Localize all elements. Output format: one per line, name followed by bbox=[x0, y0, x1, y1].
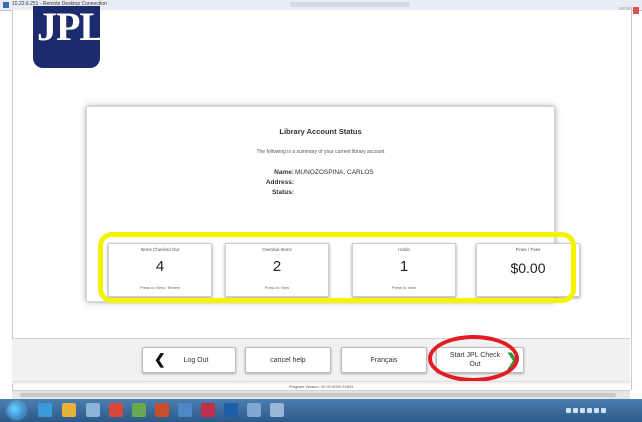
logo-text: JPL bbox=[37, 4, 106, 49]
ie-icon[interactable] bbox=[38, 403, 52, 417]
chrome-icon[interactable] bbox=[109, 403, 123, 417]
yellow-highlight-annotation bbox=[98, 232, 576, 303]
logout-label: Log Out bbox=[183, 357, 209, 364]
system-tray bbox=[566, 402, 638, 419]
volume-icon[interactable] bbox=[601, 408, 606, 414]
panel-title: Library Account Status bbox=[279, 127, 362, 136]
tray-icon[interactable] bbox=[573, 408, 578, 414]
cancel-help-label: cancel help bbox=[270, 357, 306, 364]
app-icon[interactable] bbox=[132, 403, 146, 417]
windows-taskbar bbox=[0, 399, 642, 422]
windows-start-icon[interactable] bbox=[8, 402, 25, 419]
cancel-help-button[interactable]: cancel help bbox=[245, 347, 331, 373]
close-icon[interactable] bbox=[633, 7, 639, 14]
app-icon[interactable] bbox=[247, 403, 261, 417]
panel-subtitle: The following is a summary of your curre… bbox=[256, 149, 385, 155]
connection-bar bbox=[290, 2, 410, 7]
remote-desktop-icon bbox=[3, 2, 9, 8]
language-button[interactable]: Français bbox=[341, 347, 427, 373]
app-icon[interactable] bbox=[270, 403, 284, 417]
name-label: Name: bbox=[274, 169, 294, 176]
tray-icon[interactable] bbox=[580, 408, 585, 414]
app-icon[interactable] bbox=[201, 403, 215, 417]
address-label: Address: bbox=[265, 179, 294, 186]
window-controls bbox=[618, 1, 640, 14]
red-circle-annotation bbox=[428, 335, 519, 382]
explorer-icon[interactable] bbox=[62, 403, 76, 417]
tray-icon[interactable] bbox=[566, 408, 571, 414]
tray-icon[interactable] bbox=[587, 408, 592, 414]
scrollbar-thumb[interactable] bbox=[20, 393, 616, 397]
media-icon[interactable] bbox=[86, 403, 100, 417]
name-value: MUNOZOSPINA, CARLOS bbox=[295, 169, 374, 176]
language-label: Français bbox=[370, 357, 398, 364]
app-icon[interactable] bbox=[178, 403, 192, 417]
network-icon[interactable] bbox=[594, 408, 599, 414]
outlook-icon[interactable] bbox=[224, 403, 238, 417]
app-icon[interactable] bbox=[155, 403, 169, 417]
logout-button[interactable]: ❮ Log Out bbox=[142, 347, 236, 373]
status-label: Status: bbox=[271, 189, 294, 196]
jpl-logo: JPL bbox=[33, 4, 106, 68]
